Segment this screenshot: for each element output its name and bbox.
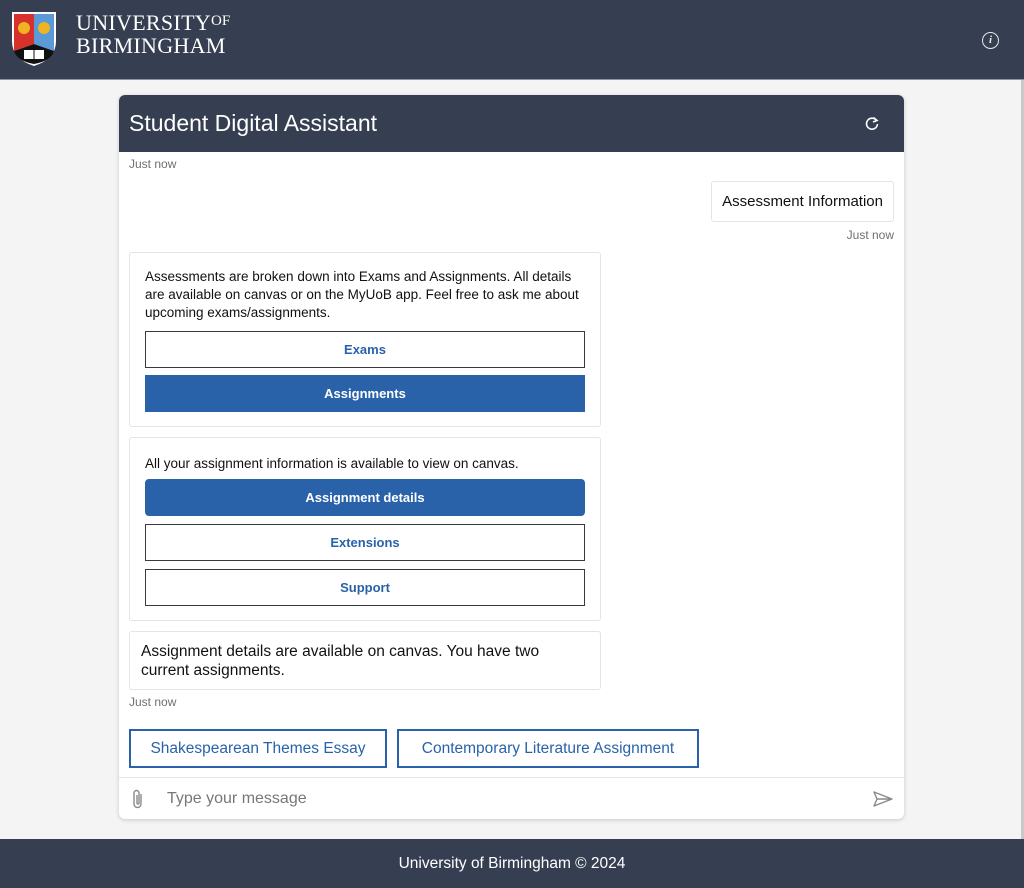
university-wordmark: UNIVERSITYOF BIRMINGHAM (76, 10, 230, 57)
option-assignments-button[interactable]: Assignments (145, 375, 585, 412)
chat-window: Student Digital Assistant Just now Asses… (119, 95, 904, 819)
footer: University of Birmingham © 2024 (0, 839, 1024, 888)
bot-card-assignments: All your assignment information is avail… (129, 437, 601, 621)
bot-card-text: All your assignment information is avail… (145, 456, 519, 471)
brand-line-1: UNIVERSITY (76, 10, 211, 35)
message-composer (119, 777, 904, 819)
university-crest-logo (12, 12, 56, 66)
paperclip-icon[interactable] (131, 788, 145, 810)
option-exams-button[interactable]: Exams (145, 331, 585, 368)
user-message: Assessment Information (711, 181, 894, 222)
refresh-icon[interactable] (864, 115, 880, 131)
timestamp: Just now (846, 228, 894, 242)
option-support-button[interactable]: Support (145, 569, 585, 606)
option-assignment-details-button[interactable]: Assignment details (145, 479, 585, 516)
info-icon[interactable]: i (982, 32, 999, 49)
quick-reply-shakespearean-themes-essay[interactable]: Shakespearean Themes Essay (129, 729, 387, 768)
chat-header: Student Digital Assistant (119, 95, 904, 152)
bot-card-text: Assessments are broken down into Exams a… (145, 269, 579, 320)
message-input[interactable] (167, 785, 857, 813)
quick-reply-contemporary-literature-assignment[interactable]: Contemporary Literature Assignment (397, 729, 699, 768)
timestamp: Just now (129, 695, 177, 709)
timestamp: Just now (129, 157, 177, 171)
brand-of: OF (211, 13, 231, 29)
top-bar: UNIVERSITYOF BIRMINGHAM i (0, 0, 1024, 80)
chat-title: Student Digital Assistant (129, 110, 378, 136)
bot-card-assessments: Assessments are broken down into Exams a… (129, 252, 601, 427)
bot-message: Assignment details are available on canv… (129, 631, 601, 690)
send-icon[interactable] (872, 790, 894, 808)
brand-line-2: BIRMINGHAM (76, 33, 226, 58)
option-extensions-button[interactable]: Extensions (145, 524, 585, 561)
